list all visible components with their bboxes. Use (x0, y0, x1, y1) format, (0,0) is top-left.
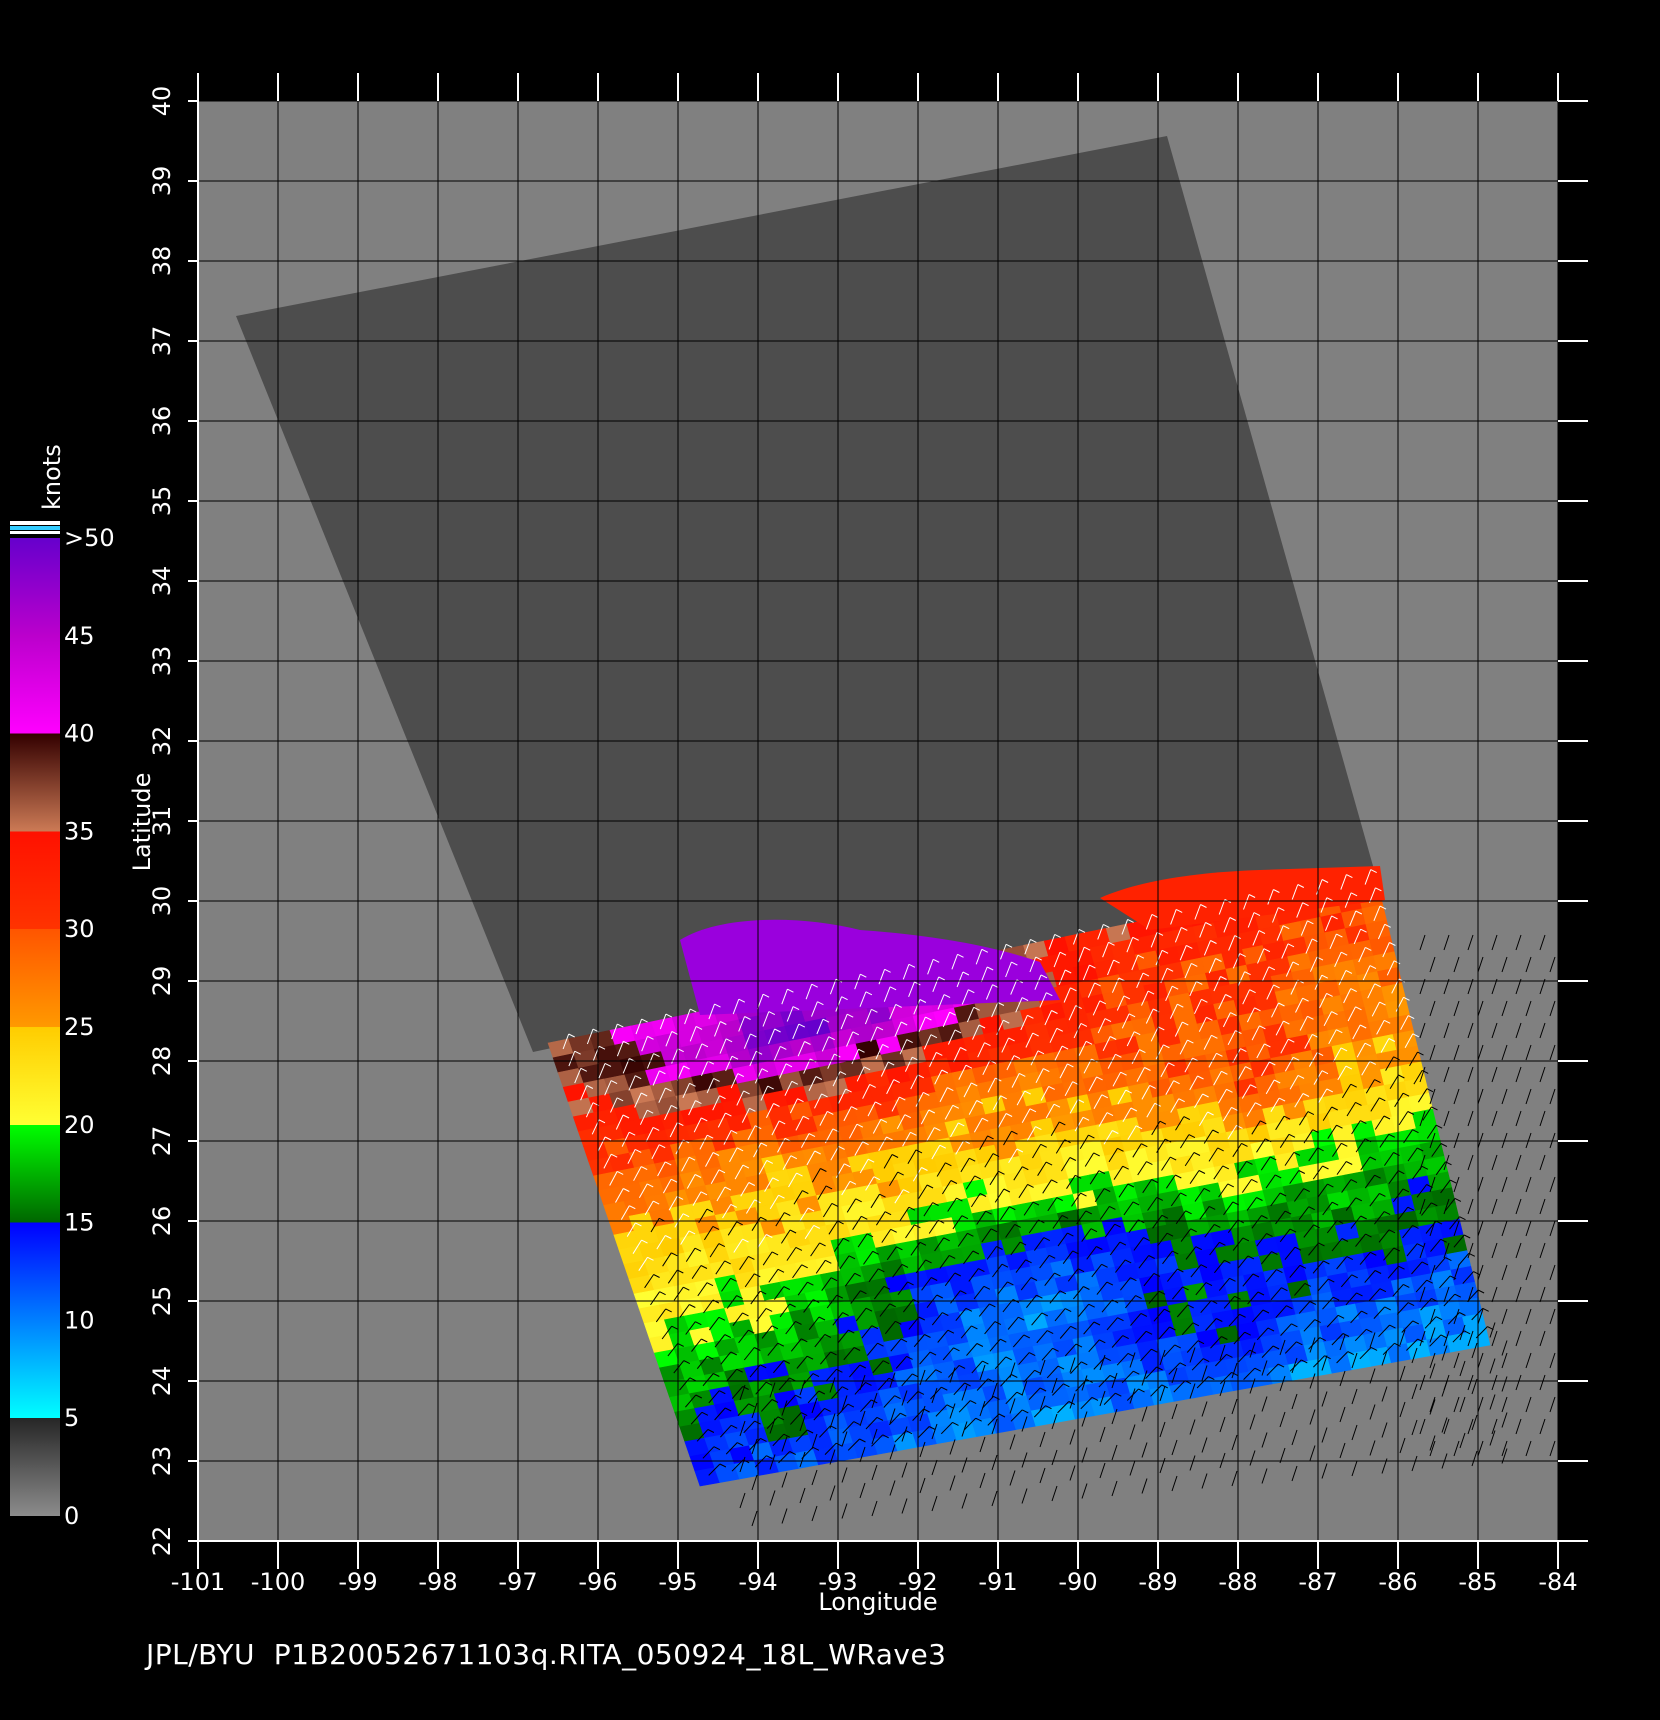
y-axis-title: Latitude (128, 773, 156, 872)
lon-tick-label: -94 (738, 1568, 777, 1596)
lat-tick-label: 22 (148, 1526, 176, 1557)
lon-tick-label: -86 (1378, 1568, 1417, 1596)
lon-tick-label: -100 (251, 1568, 305, 1596)
lat-tick-label: 23 (148, 1446, 176, 1477)
colorbar-tick-label: 15 (64, 1209, 95, 1237)
lon-tick-label: -95 (658, 1568, 697, 1596)
lon-tick-label: -89 (1138, 1568, 1177, 1596)
lat-tick-label: 35 (148, 486, 176, 517)
colorbar: knots >50 45 40 35 30 25 20 15 10 5 0 (10, 444, 115, 1530)
wind-map: knots >50 45 40 35 30 25 20 15 10 5 0 -101 -100 -99 -… (10, 73, 1588, 1616)
colorbar-tick-label: 45 (64, 622, 95, 650)
lon-tick-label: -88 (1218, 1568, 1257, 1596)
lat-tick-label: 34 (148, 566, 176, 597)
lon-tick-label: -91 (978, 1568, 1017, 1596)
plot-area: -101 -100 -99 -98 -97 -96 -95 -94 -93 -92 -91 -90 -8… (128, 73, 1588, 1616)
colorbar-tick-label: 40 (64, 720, 95, 748)
lat-tick-label: 24 (148, 1366, 176, 1397)
lat-tick-label: 40 (148, 86, 176, 117)
colorbar-tick-label: 5 (64, 1404, 79, 1432)
colorbar-band-2 (10, 526, 60, 530)
wind-speed-cell (1446, 1332, 1471, 1353)
lat-tick-label: 39 (148, 166, 176, 197)
lon-tick-label: -87 (1298, 1568, 1337, 1596)
colorbar-tick-label: 25 (64, 1013, 95, 1041)
lon-tick-label: -101 (171, 1568, 225, 1596)
lat-tick-label: 37 (148, 326, 176, 357)
lon-tick-label: -90 (1058, 1568, 1097, 1596)
lat-tick-label: 29 (148, 966, 176, 997)
lat-tick-label: 26 (148, 1206, 176, 1237)
colorbar-tick-label: 35 (64, 817, 95, 845)
colorbar-unit: knots (38, 444, 66, 510)
lat-tick-label: 32 (148, 726, 176, 757)
colorbar-band-1 (10, 521, 60, 525)
lat-tick-label: 38 (148, 246, 176, 277)
lon-tick-label: -84 (1538, 1568, 1577, 1596)
colorbar-tick-label: 30 (64, 915, 95, 943)
lon-tick-label: -99 (338, 1568, 377, 1596)
lat-tick-label: 25 (148, 1286, 176, 1317)
lat-tick-label: 28 (148, 1046, 176, 1077)
lon-tick-label: -97 (498, 1568, 537, 1596)
colorbar-band-3 (10, 531, 60, 534)
lat-tick-label: 36 (148, 406, 176, 437)
lat-tick-label: 27 (148, 1126, 176, 1157)
lon-tick-label: -96 (578, 1568, 617, 1596)
lat-tick-label: 30 (148, 886, 176, 917)
colorbar-tick-label: 10 (64, 1306, 95, 1334)
lon-tick-label: -85 (1458, 1568, 1497, 1596)
x-axis-title: Longitude (818, 1588, 937, 1616)
colorbar-tick-label: 0 (64, 1502, 79, 1530)
lon-tick-label: -98 (418, 1568, 457, 1596)
colorbar-tick-label: 20 (64, 1111, 95, 1139)
lat-tick-label: 33 (148, 646, 176, 677)
colorbar-tick-label: >50 (64, 524, 115, 552)
colorbar-gradient (10, 538, 60, 1516)
product-title: JPL/BYU P1B20052671103q.RITA_050924_18L_… (146, 1638, 947, 1671)
